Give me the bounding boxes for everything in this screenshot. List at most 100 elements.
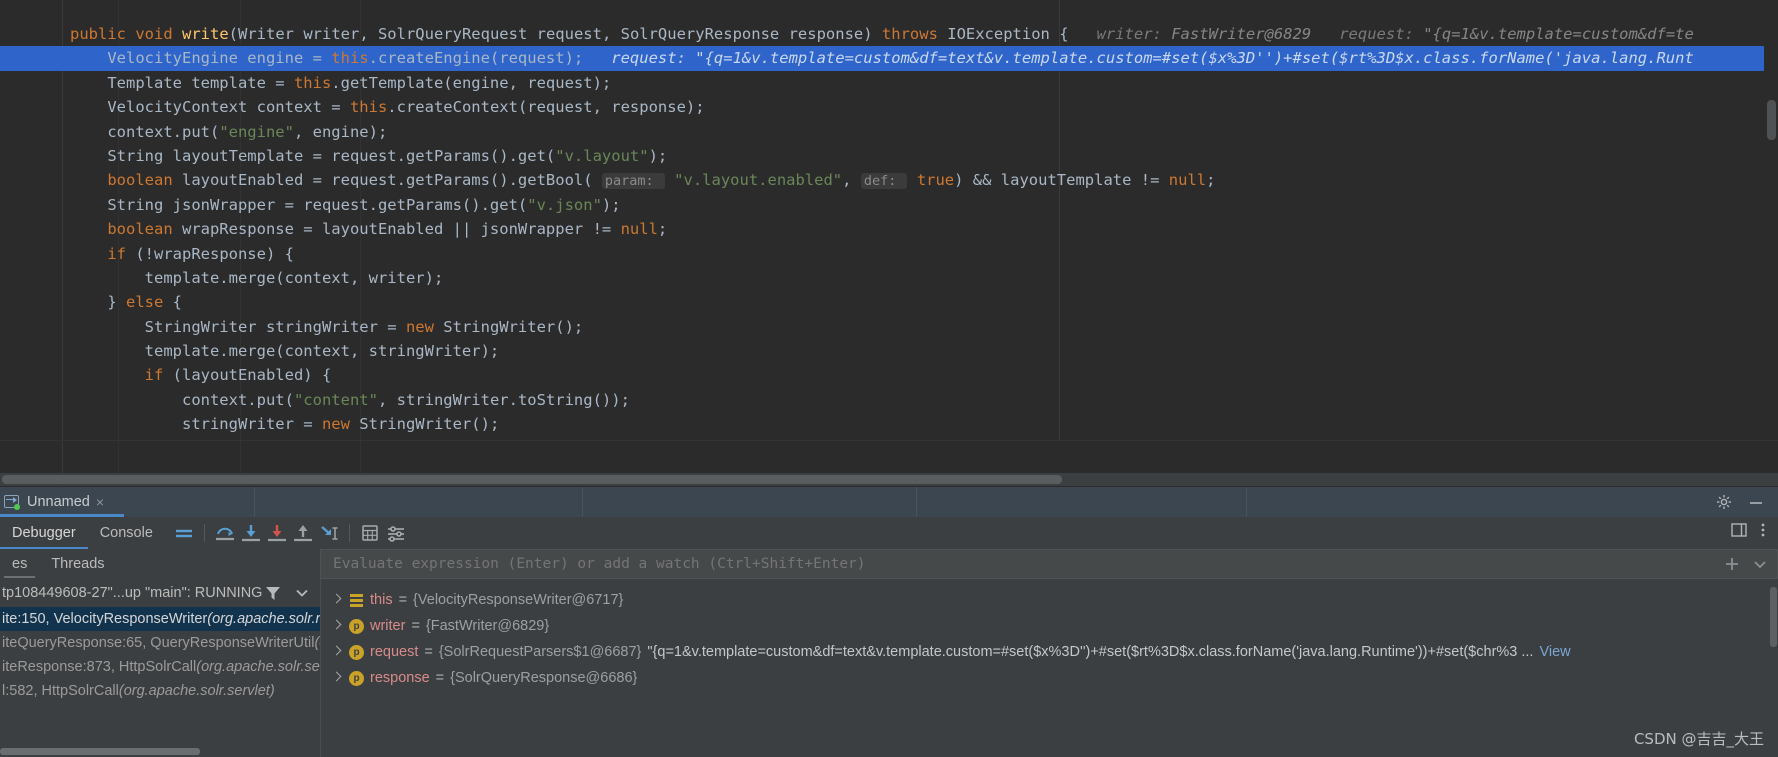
force-step-into-icon[interactable]	[264, 521, 290, 545]
variable-row[interactable]: p writer = {FastWriter@6829}	[321, 613, 1778, 639]
stack-frames-list[interactable]: ite:150, VelocityResponseWriter (org.apa…	[0, 607, 320, 703]
error-stripe[interactable]	[1764, 0, 1778, 437]
step-over-icon[interactable]	[212, 521, 238, 545]
code-line-wrapResponse[interactable]: boolean wrapResponse = layoutEnabled || …	[0, 217, 1778, 241]
variable-row[interactable]: this = {VelocityResponseWriter@6717}	[321, 587, 1778, 613]
stack-frame-label: ite:150, VelocityResponseWriter	[2, 611, 208, 627]
chevron-right-icon[interactable]	[331, 673, 341, 683]
frames-threads-tabs: es Threads	[0, 549, 320, 579]
debugger-toolbar-right	[1730, 521, 1772, 539]
scrollbar-vertical-variables[interactable]	[1770, 587, 1777, 647]
field-list-badge-icon	[349, 593, 364, 608]
ide-window: public void write(Writer writer, SolrQue…	[0, 0, 1778, 757]
code-token: null	[1168, 171, 1207, 190]
code-line-sig[interactable]: public void write(Writer writer, SolrQue…	[0, 22, 1778, 46]
frames-panel[interactable]: tp108449608-27"...up "main": RUNNING ite…	[0, 579, 320, 757]
step-out-icon[interactable]	[290, 521, 316, 545]
inlay-hint-value: "{q=1&v.template=custom&df=text&v.templa…	[695, 49, 1694, 68]
code-lines[interactable]: public void write(Writer writer, SolrQue…	[0, 22, 1778, 437]
calculator-icon[interactable]	[357, 521, 383, 545]
sliders-icon[interactable]	[383, 521, 409, 545]
code-token: String layoutTemplate = request.getParam…	[70, 146, 556, 165]
variable-name: response	[370, 670, 430, 686]
variables-list[interactable]: this = {VelocityResponseWriter@6717} p wri…	[321, 587, 1778, 691]
stack-frame-row[interactable]: iteResponse:873, HttpSolrCall (org.apach…	[0, 655, 320, 679]
run-to-cursor-icon[interactable]	[316, 521, 342, 545]
parameter-hint-chip: param:	[601, 173, 665, 190]
tab-debugger[interactable]: Debugger	[0, 517, 88, 549]
code-token: (Writer writer, SolrQueryRequest request…	[228, 25, 882, 43]
code-token: );	[648, 146, 668, 165]
stack-frame-row[interactable]: ite:150, VelocityResponseWriter (org.apa…	[0, 607, 320, 631]
variable-name: request	[370, 644, 419, 660]
evaluate-expression-bar[interactable]	[320, 549, 1778, 579]
code-line-stringWriter-new[interactable]: StringWriter stringWriter = new StringWr…	[0, 315, 1778, 339]
code-line-layoutTemplate[interactable]: String layoutTemplate = request.getParam…	[0, 144, 1778, 168]
code-line-ctxput-engine[interactable]: context.put("engine", engine);	[0, 120, 1778, 144]
code-line-jsonWrapper[interactable]: String jsonWrapper = request.getParams()…	[0, 193, 1778, 217]
gear-icon[interactable]	[1716, 494, 1732, 510]
scrollbar-thumb-vertical[interactable]	[1767, 100, 1776, 140]
tab-console[interactable]: Console	[88, 517, 165, 549]
stack-frame-row[interactable]: l:582, HttpSolrCall (org.apache.solr.ser…	[0, 679, 320, 703]
session-bar-divider	[1246, 487, 1247, 517]
code-line-else[interactable]: } else {	[0, 290, 1778, 314]
inlay-spacer	[1311, 25, 1339, 43]
chevron-right-icon[interactable]	[331, 647, 341, 657]
variable-row[interactable]: p request = {SolrRequestParsers$1@6687} "…	[321, 639, 1778, 665]
thread-selector[interactable]: tp108449608-27"...up "main": RUNNING	[0, 579, 320, 607]
tab-frames[interactable]: es	[0, 549, 39, 579]
toolbar-divider	[348, 524, 350, 542]
session-bar-divider	[916, 487, 917, 517]
code-token: "content"	[293, 390, 378, 409]
code-line-layoutEnabled[interactable]: boolean layoutEnabled = request.getParam…	[0, 168, 1778, 192]
stack-frame-label: iteQueryResponse:65, QueryResponseWriter…	[2, 635, 315, 651]
stack-frame-package: (org.apache.solr.servlet)	[118, 683, 275, 699]
code-line-if-wrap[interactable]: if (!wrapResponse) {	[0, 242, 1778, 266]
code-line-if-layoutEnabled[interactable]: if (layoutEnabled) {	[0, 363, 1778, 387]
funnel-icon[interactable]	[264, 584, 282, 602]
scrollbar-horizontal-frames[interactable]	[0, 748, 200, 755]
code-line-ctxput-content[interactable]: context.put("content", stringWriter.toSt…	[0, 388, 1778, 412]
view-value-link[interactable]: View	[1539, 644, 1570, 660]
code-token: .createContext(request, response);	[387, 98, 705, 117]
code-token: else	[126, 293, 173, 312]
more-vertical-icon[interactable]	[1754, 521, 1772, 539]
code-line-context[interactable]: VelocityContext context = this.createCon…	[0, 95, 1778, 119]
debugger-toolbar: Debugger Console	[0, 517, 1778, 549]
variable-name: this	[370, 592, 393, 608]
layout-icon[interactable]	[1730, 521, 1748, 539]
parameter-badge-icon: p	[349, 618, 364, 634]
chevron-right-icon[interactable]	[331, 595, 341, 605]
code-line-merge-writer[interactable]: template.merge(context, writer);	[0, 266, 1778, 290]
code-line-merge-sw[interactable]: template.merge(context, stringWriter);	[0, 339, 1778, 363]
minimize-icon[interactable]	[1748, 494, 1764, 510]
variables-panel[interactable]: this = {VelocityResponseWriter@6717} p wri…	[321, 581, 1778, 757]
chevron-down-icon[interactable]	[296, 589, 308, 597]
code-line-engine[interactable]: VelocityEngine engine = this.createEngin…	[0, 46, 1778, 71]
variable-row[interactable]: p response = {SolrQueryResponse@6686}	[321, 665, 1778, 691]
code-token: Template template =	[70, 73, 294, 92]
evaluate-expression-input[interactable]	[321, 556, 1721, 572]
stack-frame-row[interactable]: iteQueryResponse:65, QueryResponseWriter…	[0, 631, 320, 655]
plus-icon[interactable]	[1721, 553, 1743, 575]
chevron-right-icon[interactable]	[331, 621, 341, 631]
chevron-down-icon[interactable]	[1749, 553, 1771, 575]
lines-icon[interactable]	[171, 521, 197, 545]
scrollbar-thumb-horizontal[interactable]	[2, 475, 1062, 484]
code-token: boolean	[107, 171, 182, 190]
code-editor[interactable]: public void write(Writer writer, SolrQue…	[0, 0, 1778, 497]
code-line-sw-reassign[interactable]: stringWriter = new StringWriter();	[0, 412, 1778, 436]
thread-selector-label: tp108449608-27"...up "main": RUNNING	[2, 585, 263, 601]
session-tab-unnamed[interactable]: Unnamed ×	[0, 487, 124, 517]
code-token: StringWriter();	[443, 317, 584, 336]
toolbar-divider	[203, 524, 205, 542]
code-token: this	[293, 73, 332, 92]
code-line-template[interactable]: Template template = this.getTemplate(eng…	[0, 71, 1778, 95]
close-icon[interactable]: ×	[96, 495, 104, 509]
step-into-icon[interactable]	[238, 521, 264, 545]
variable-equals: =	[424, 644, 433, 660]
tab-threads[interactable]: Threads	[39, 549, 116, 579]
code-token: );	[601, 195, 621, 214]
